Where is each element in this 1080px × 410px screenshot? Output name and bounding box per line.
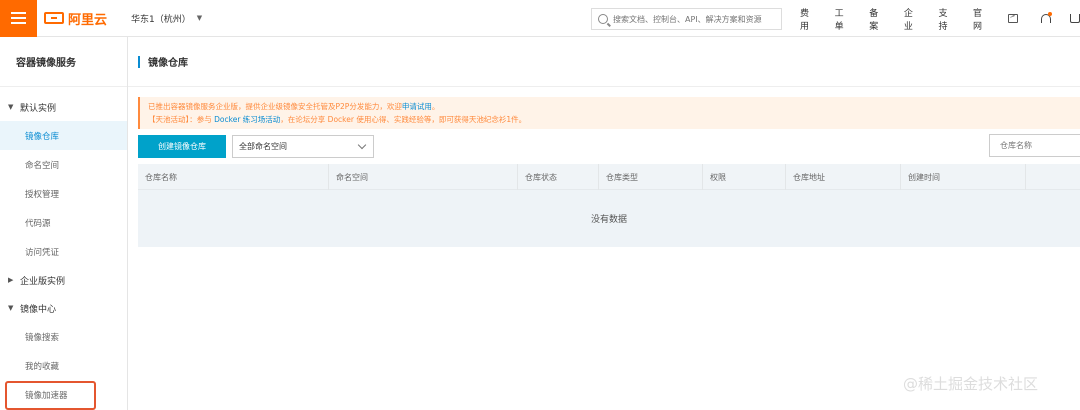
watermark: @稀土掘金技术社区 <box>903 375 1039 393</box>
page-title: 镜像仓库 <box>148 58 188 69</box>
top-nav: 费用 工单 备案 企业 支持 官网 <box>800 0 1080 37</box>
nav-billing[interactable]: 费用 <box>800 6 818 32</box>
column-header-repo-address: 仓库地址 <box>786 164 901 190</box>
nav-enterprise[interactable]: 企业 <box>904 6 922 32</box>
sidebar-item-image-search[interactable]: 镜像搜索 <box>0 322 127 351</box>
cart-icon[interactable] <box>1070 14 1080 23</box>
empty-state: 没有数据 <box>138 190 1080 247</box>
notice-line-1-text: 已推出容器镜像服务企业版，提供企业级镜像安全托管及P2P分发能力，欢迎 <box>148 102 402 111</box>
sidebar-item-access-credentials[interactable]: 访问凭证 <box>0 237 127 266</box>
sidebar-item-authorization[interactable]: 授权管理 <box>0 179 127 208</box>
title-accent-bar <box>138 55 140 68</box>
namespace-select[interactable]: 全部命名空间 <box>232 134 374 158</box>
repo-name-search[interactable] <box>989 134 1080 157</box>
sidebar-item-image-repos[interactable]: 镜像仓库 <box>0 121 127 150</box>
namespace-select-value: 全部命名空间 <box>239 141 287 151</box>
column-header-namespace: 命名空间 <box>329 164 518 190</box>
column-header-repo-name: 仓库名称 <box>138 164 329 190</box>
nav-icp[interactable]: 备案 <box>869 6 887 32</box>
sidebar-group-image-center[interactable]: ▼ 镜像中心 <box>0 294 127 322</box>
sidebar: 容器镜像服务 ▼ 默认实例 镜像仓库 命名空间 授权管理 代码源 访问凭证 ▶ … <box>0 37 128 410</box>
brand-name: 阿里云 <box>68 12 108 28</box>
bell-icon[interactable] <box>1040 12 1052 24</box>
sidebar-item-image-accelerator[interactable]: 镜像加速器 <box>0 380 127 410</box>
repo-name-search-input[interactable] <box>1000 141 1080 150</box>
sidebar-item-code-source[interactable]: 代码源 <box>0 208 127 237</box>
sidebar-group-label: 默认实例 <box>20 103 57 114</box>
column-header-repo-status: 仓库状态 <box>518 164 599 190</box>
triangle-down-icon: ▼ <box>8 304 14 312</box>
sidebar-item-namespaces[interactable]: 命名空间 <box>0 150 127 179</box>
column-header-repo-type: 仓库类型 <box>599 164 703 190</box>
notice-line-1: 已推出容器镜像服务企业版，提供企业级镜像安全托管及P2P分发能力，欢迎申请试用。 <box>148 100 1072 113</box>
sidebar-item-label: 镜像加速器 <box>25 390 68 401</box>
notice-line-2-prefix: 【天池活动】：参与 <box>148 115 215 124</box>
top-navigation-bar: 阿里云 华东1（杭州） ▼ 费用 工单 备案 企业 支持 官网 <box>0 0 1080 37</box>
triangle-right-icon: ▶ <box>8 276 14 284</box>
global-search[interactable] <box>591 8 782 30</box>
nav-support[interactable]: 支持 <box>938 6 956 32</box>
page-header: 镜像仓库 <box>128 37 1080 87</box>
column-header-permission: 权限 <box>703 164 786 190</box>
notice-line-2-text: ，在论坛分享 Docker 使用心得、实践经验等，即可获得天池纪念衫1件。 <box>280 115 527 124</box>
notice-line-2: 【天池活动】：参与 Docker 练习场活动，在论坛分享 Docker 使用心得… <box>148 113 1072 126</box>
region-label: 华东1（杭州） <box>131 14 191 25</box>
sidebar-group-enterprise-instance[interactable]: ▶ 企业版实例 <box>0 266 127 294</box>
sidebar-group-label: 镜像中心 <box>20 304 57 315</box>
sidebar-group-default-instance[interactable]: ▼ 默认实例 <box>0 93 127 121</box>
search-icon <box>598 14 608 24</box>
notice-line-1-end: 。 <box>431 102 440 111</box>
nav-official-site[interactable]: 官网 <box>973 6 991 32</box>
create-repo-button[interactable]: 创建镜像仓库 <box>138 134 226 158</box>
sidebar-item-my-favorites[interactable]: 我的收藏 <box>0 351 127 380</box>
terminal-icon[interactable] <box>1007 12 1019 23</box>
docker-playground-link[interactable]: Docker 练习场活动 <box>214 115 280 124</box>
aliyun-logo-icon <box>44 12 64 24</box>
repo-table: 仓库名称 命名空间 仓库状态 仓库类型 权限 仓库地址 创建时间 没有数据 <box>138 164 1080 247</box>
nav-tickets[interactable]: 工单 <box>835 6 853 32</box>
aliyun-logo[interactable]: 阿里云 <box>44 9 107 28</box>
apply-trial-link[interactable]: 申请试用 <box>402 102 432 111</box>
table-header: 仓库名称 命名空间 仓库状态 仓库类型 权限 仓库地址 创建时间 <box>138 164 1080 190</box>
column-header-actions <box>1026 164 1080 190</box>
chevron-down-icon <box>357 140 367 149</box>
region-selector[interactable]: 华东1（杭州） ▼ <box>131 12 202 25</box>
global-search-input[interactable] <box>613 14 773 24</box>
sidebar-group-label: 企业版实例 <box>20 276 66 287</box>
hamburger-menu-icon[interactable] <box>0 0 37 37</box>
caret-down-icon: ▼ <box>196 14 203 22</box>
notice-banner: 已推出容器镜像服务企业版，提供企业级镜像安全托管及P2P分发能力，欢迎申请试用。… <box>138 97 1080 129</box>
repo-toolbar: 创建镜像仓库 全部命名空间 <box>138 134 1080 158</box>
sidebar-title: 容器镜像服务 <box>0 37 127 87</box>
column-header-created-time: 创建时间 <box>901 164 1026 190</box>
triangle-down-icon: ▼ <box>8 103 14 111</box>
